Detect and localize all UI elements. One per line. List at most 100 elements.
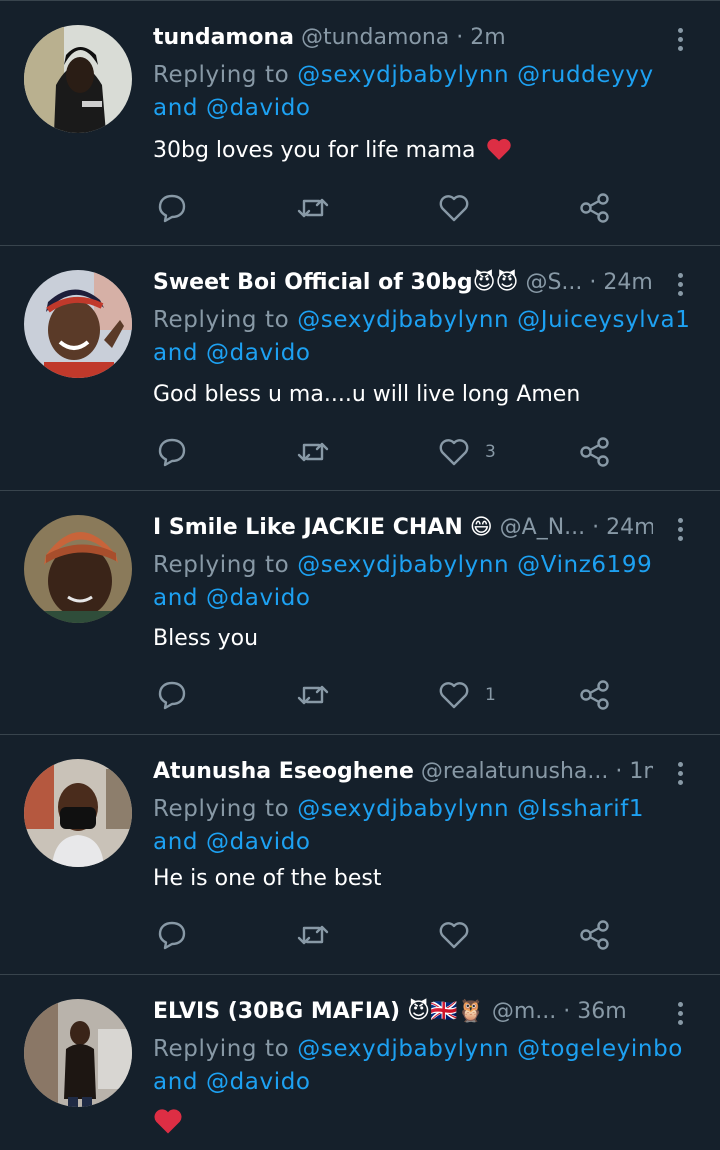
timestamp[interactable]: 1m	[629, 759, 653, 784]
name-emoji: 😄	[469, 515, 493, 540]
retweet-button[interactable]	[295, 918, 331, 952]
share-icon	[580, 680, 609, 710]
display-name[interactable]: Atunusha Eseoghene	[153, 759, 414, 784]
mention-link[interactable]: @Juiceysylva1	[517, 307, 690, 333]
reply-button[interactable]	[155, 918, 189, 952]
mention-link[interactable]: @davido	[206, 829, 311, 855]
action-bar: 3	[155, 435, 635, 469]
display-name[interactable]: I Smile Like JACKIE CHAN	[153, 515, 463, 540]
tweet-card[interactable]: tundamona @tundamona · 2m Replying to @s…	[0, 1, 720, 246]
share-button[interactable]	[577, 678, 611, 712]
more-vertical-icon[interactable]	[670, 28, 690, 54]
mention-link[interactable]: @sexydjbabylynn	[297, 796, 509, 822]
tweet-card[interactable]: ELVIS (30BG MAFIA) 😈🇬🇧🦉 @m... · 36m Repl…	[0, 975, 720, 1150]
separator-dot: ·	[592, 515, 600, 540]
replying-to-label: Replying to	[153, 552, 290, 578]
timestamp[interactable]: 24m	[606, 515, 653, 540]
and-word: and	[153, 829, 199, 855]
mention-link[interactable]: @davido	[206, 95, 311, 121]
reply-icon	[158, 921, 186, 950]
more-vertical-icon[interactable]	[670, 273, 690, 299]
more-vertical-icon[interactable]	[670, 518, 690, 544]
like-count: 1	[485, 685, 496, 705]
replying-to-label: Replying to	[153, 307, 290, 333]
reply-button[interactable]	[155, 435, 189, 469]
mention-link[interactable]: @togeleyinbo	[517, 1036, 683, 1062]
mention-link[interactable]: @ruddeyyy	[517, 62, 654, 88]
mention-link[interactable]: @Vinz6199	[517, 552, 652, 578]
share-icon	[580, 920, 609, 950]
tweet-card[interactable]: I Smile Like JACKIE CHAN 😄 @A_N... · 24m…	[0, 491, 720, 735]
share-icon	[580, 437, 609, 467]
tweet-header: Atunusha Eseoghene @realatunusha... · 1m	[153, 755, 653, 789]
user-handle[interactable]: @S...	[525, 270, 582, 295]
avatar[interactable]	[24, 999, 132, 1107]
replying-to-line: Replying to @sexydjbabylynn @Vinz6199 an…	[153, 549, 693, 615]
mention-link[interactable]: @Issharif1	[517, 796, 644, 822]
more-vertical-icon[interactable]	[670, 1002, 690, 1028]
like-button[interactable]	[437, 918, 485, 952]
tweet-text	[153, 1107, 693, 1140]
avatar[interactable]	[24, 25, 132, 133]
share-button[interactable]	[577, 435, 611, 469]
heart-icon	[439, 682, 469, 709]
tweet-text-body: He is one of the best	[153, 866, 382, 891]
timestamp[interactable]: 36m	[577, 999, 626, 1024]
share-icon	[580, 193, 609, 223]
mention-link[interactable]: @sexydjbabylynn	[297, 62, 509, 88]
name-emoji: 😈😈	[472, 270, 519, 295]
tweet-header: ELVIS (30BG MAFIA) 😈🇬🇧🦉 @m... · 36m	[153, 995, 653, 1029]
red-heart-emoji	[154, 1109, 182, 1134]
tweet-text-body: God bless u ma....u will live long Amen	[153, 382, 581, 407]
mention-link[interactable]: @sexydjbabylynn	[297, 1036, 509, 1062]
tweet-card[interactable]: Sweet Boi Official of 30bg😈😈 @S... · 24m…	[0, 246, 720, 491]
share-button[interactable]	[577, 191, 611, 225]
red-heart-emoji	[487, 138, 512, 160]
tweet-header: tundamona @tundamona · 2m	[153, 21, 653, 55]
more-vertical-icon[interactable]	[670, 762, 690, 788]
replying-to-line: Replying to @sexydjbabylynn @togeleyinbo…	[153, 1033, 693, 1099]
display-name[interactable]: tundamona	[153, 25, 294, 50]
mention-link[interactable]: @davido	[206, 585, 311, 611]
tweet-card[interactable]: Atunusha Eseoghene @realatunusha... · 1m…	[0, 735, 720, 975]
avatar[interactable]	[24, 270, 132, 378]
retweet-icon	[297, 198, 329, 218]
retweet-icon	[297, 442, 329, 462]
heart-icon	[439, 439, 469, 466]
heart-icon	[439, 922, 469, 949]
user-handle[interactable]: @realatunusha...	[421, 759, 609, 784]
user-handle[interactable]: @m...	[492, 999, 556, 1024]
reply-icon	[158, 438, 186, 467]
mention-link[interactable]: @sexydjbabylynn	[297, 307, 509, 333]
like-button[interactable]	[437, 191, 485, 225]
retweet-button[interactable]	[295, 678, 331, 712]
separator-dot: ·	[563, 999, 571, 1024]
reply-icon	[158, 194, 186, 223]
avatar[interactable]	[24, 759, 132, 867]
avatar[interactable]	[24, 515, 132, 623]
retweet-button[interactable]	[295, 191, 331, 225]
action-bar: 1	[155, 678, 635, 712]
like-button[interactable]: 1	[437, 678, 496, 712]
share-button[interactable]	[577, 918, 611, 952]
tweet-text: Bless you	[153, 624, 693, 654]
display-name[interactable]: Sweet Boi Official of 30bg	[153, 270, 473, 295]
replying-to-label: Replying to	[153, 796, 290, 822]
retweet-button[interactable]	[295, 435, 331, 469]
user-handle[interactable]: @tundamona	[301, 25, 449, 50]
mention-link[interactable]: @sexydjbabylynn	[297, 552, 509, 578]
display-name[interactable]: ELVIS (30BG MAFIA)	[153, 999, 400, 1024]
mention-link[interactable]: @davido	[206, 1069, 311, 1095]
separator-dot: ·	[615, 759, 623, 784]
tweet-text: God bless u ma....u will live long Amen	[153, 380, 693, 410]
replying-to-line: Replying to @sexydjbabylynn @Juiceysylva…	[153, 304, 693, 370]
reply-button[interactable]	[155, 191, 189, 225]
timestamp[interactable]: 24m	[603, 270, 652, 295]
reply-button[interactable]	[155, 678, 189, 712]
and-word: and	[153, 585, 199, 611]
mention-link[interactable]: @davido	[206, 340, 311, 366]
heart-icon	[439, 195, 469, 222]
user-handle[interactable]: @A_N...	[500, 515, 586, 540]
timestamp[interactable]: 2m	[470, 25, 505, 50]
like-button[interactable]: 3	[437, 435, 496, 469]
